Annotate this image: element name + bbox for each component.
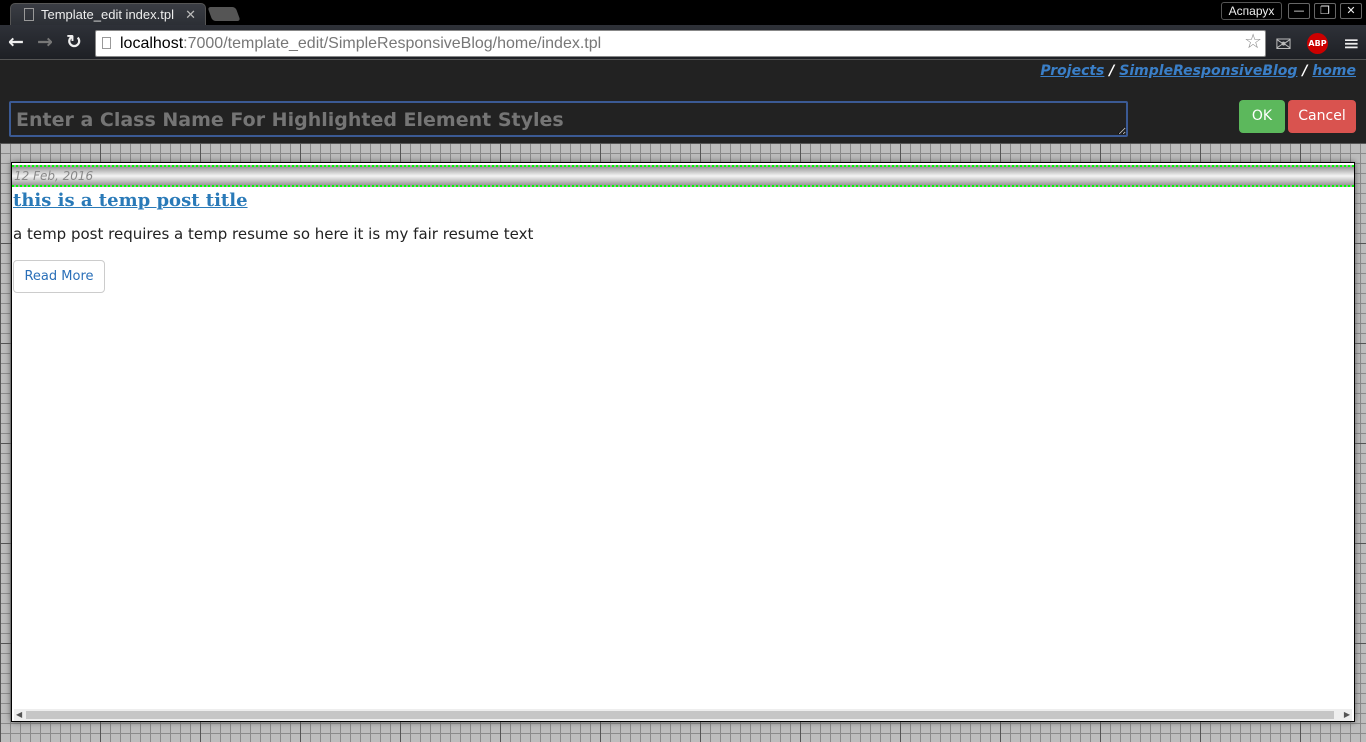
url-path: :7000/template_edit/SimpleResponsiveBlog… (183, 35, 602, 52)
read-more-button[interactable]: Read More (13, 260, 105, 293)
scrollbar-thumb[interactable] (26, 711, 1334, 719)
scroll-left-icon[interactable]: ◀ (16, 709, 22, 721)
back-icon[interactable]: ← (8, 31, 24, 53)
breadcrumb-projects[interactable]: Projects (1040, 63, 1104, 79)
horizontal-scrollbar[interactable]: ◀ ▶ (14, 709, 1352, 721)
breadcrumb: Projects / SimpleResponsiveBlog / home (1040, 63, 1356, 79)
close-window-button[interactable]: ✕ (1340, 3, 1362, 19)
post-resume: a temp post requires a temp resume so he… (13, 225, 534, 243)
breadcrumb-home[interactable]: home (1312, 63, 1356, 79)
breadcrumb-simpleresponsiveblog[interactable]: SimpleResponsiveBlog (1119, 63, 1297, 79)
page-icon (102, 37, 111, 49)
forward-icon[interactable]: → (37, 31, 53, 53)
post-date-highlighted[interactable]: 12 Feb, 2016 (12, 165, 1354, 187)
menu-icon[interactable]: ≡ (1343, 31, 1360, 55)
restore-button[interactable]: ❐ (1314, 3, 1336, 19)
ok-button[interactable]: OK (1239, 100, 1285, 133)
profile-button[interactable]: Аспарух (1221, 2, 1282, 20)
reload-icon[interactable]: ↻ (66, 31, 82, 53)
new-tab-button[interactable] (207, 7, 241, 21)
minimize-button[interactable]: — (1288, 3, 1310, 19)
address-bar[interactable]: localhost:7000/template_edit/SimpleRespo… (95, 30, 1266, 57)
scroll-right-icon[interactable]: ▶ (1344, 709, 1350, 721)
mail-icon[interactable]: ✉ (1275, 32, 1292, 56)
post-title-link[interactable]: this is a temp post title (13, 190, 248, 211)
page-icon (24, 8, 34, 21)
close-tab-icon[interactable]: ✕ (185, 7, 196, 23)
template-preview-frame[interactable]: 12 Feb, 2016 this is a temp post title a… (11, 162, 1355, 722)
tab-template-edit[interactable]: Template_edit index.tpl ✕ (10, 3, 206, 26)
tab-strip: Template_edit index.tpl ✕ Аспарух — ❐ ✕ (0, 0, 1366, 26)
bookmark-star-icon[interactable]: ☆ (1244, 30, 1262, 55)
url-host: localhost (120, 35, 184, 52)
adblock-icon[interactable]: ABP (1307, 33, 1328, 54)
cancel-button[interactable]: Cancel (1288, 100, 1356, 133)
class-name-input[interactable] (9, 101, 1128, 137)
tab-title: Template_edit index.tpl (41, 7, 174, 22)
